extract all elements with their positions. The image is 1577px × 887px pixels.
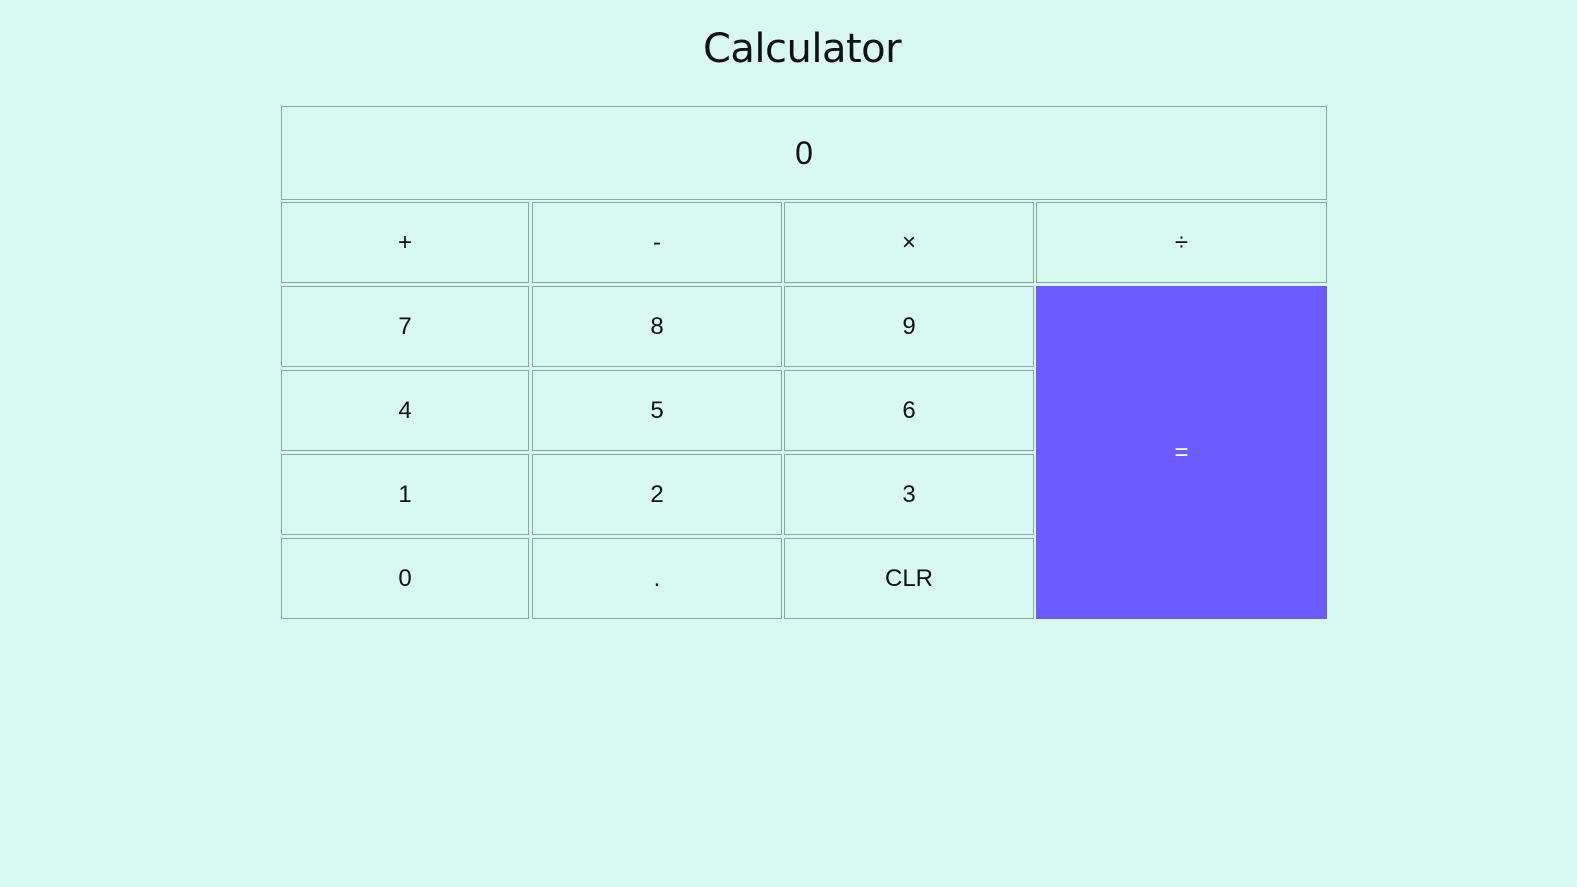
- digit-4-button[interactable]: 4: [281, 370, 529, 451]
- digit-9-button[interactable]: 9: [784, 286, 1034, 367]
- page-title: Calculator: [702, 26, 902, 72]
- digit-7-button[interactable]: 7: [281, 286, 529, 367]
- divide-button[interactable]: ÷: [1036, 202, 1327, 283]
- digit-6-button[interactable]: 6: [784, 370, 1034, 451]
- digit-3-button[interactable]: 3: [784, 454, 1034, 535]
- decimal-button[interactable]: .: [532, 538, 782, 619]
- digit-5-button[interactable]: 5: [532, 370, 782, 451]
- digit-0-button[interactable]: 0: [281, 538, 529, 619]
- digit-1-button[interactable]: 1: [281, 454, 529, 535]
- calculator-display: 0: [281, 106, 1327, 200]
- digit-8-button[interactable]: 8: [532, 286, 782, 367]
- subtract-button[interactable]: -: [532, 202, 782, 283]
- clear-button[interactable]: CLR: [784, 538, 1034, 619]
- add-button[interactable]: +: [281, 202, 529, 283]
- digit-2-button[interactable]: 2: [532, 454, 782, 535]
- multiply-button[interactable]: ×: [784, 202, 1034, 283]
- equals-button[interactable]: =: [1036, 286, 1327, 619]
